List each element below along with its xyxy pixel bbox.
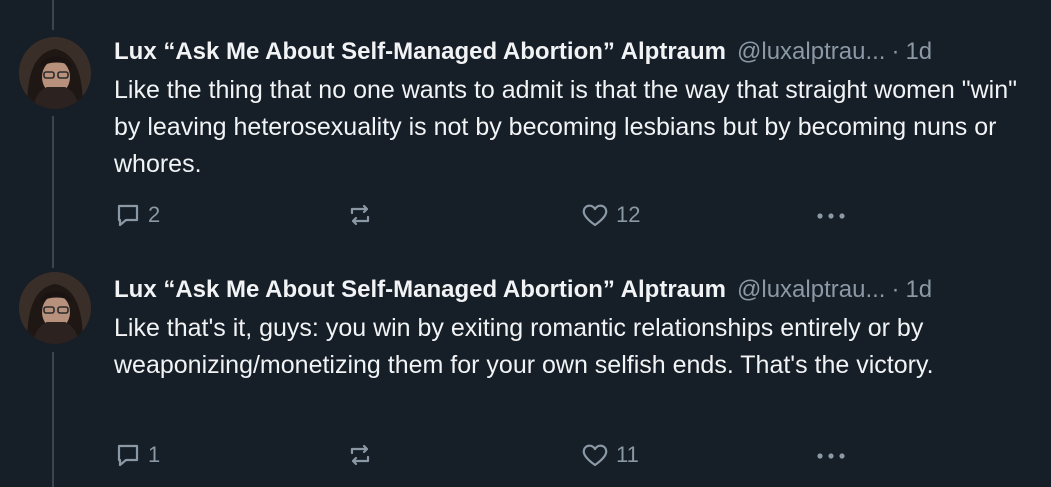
post-header: Lux “Ask Me About Self-Managed Abortion”… bbox=[114, 37, 1041, 67]
more-icon bbox=[813, 440, 849, 470]
post-header: Lux “Ask Me About Self-Managed Abortion”… bbox=[114, 275, 1041, 305]
post-actions: 2 12 bbox=[0, 200, 1051, 230]
repost-button[interactable] bbox=[345, 200, 381, 230]
like-button[interactable]: 11 bbox=[580, 440, 639, 470]
repost-icon bbox=[345, 200, 375, 230]
reply-count: 2 bbox=[148, 202, 161, 227]
like-button[interactable]: 12 bbox=[580, 200, 640, 230]
avatar[interactable] bbox=[19, 37, 91, 109]
post-text: Like the thing that no one wants to admi… bbox=[114, 76, 1017, 178]
reply-icon bbox=[114, 441, 142, 469]
author-name[interactable]: Lux “Ask Me About Self-Managed Abortion”… bbox=[114, 275, 726, 305]
timestamp[interactable]: 1d bbox=[905, 37, 932, 67]
reply-count: 1 bbox=[148, 442, 161, 467]
repost-button[interactable] bbox=[345, 440, 381, 470]
avatar[interactable] bbox=[19, 272, 91, 344]
separator: · bbox=[891, 276, 900, 303]
post-1[interactable]: Lux “Ask Me About Self-Managed Abortion”… bbox=[0, 0, 1051, 260]
post-2[interactable]: Lux “Ask Me About Self-Managed Abortion”… bbox=[0, 260, 1051, 487]
more-icon bbox=[813, 200, 849, 230]
author-handle[interactable]: @luxalptrau... bbox=[737, 275, 885, 305]
post-actions: 1 11 bbox=[0, 440, 1051, 470]
author-name[interactable]: Lux “Ask Me About Self-Managed Abortion”… bbox=[114, 37, 726, 67]
separator: · bbox=[891, 38, 900, 65]
more-options-button[interactable] bbox=[813, 200, 849, 230]
reply-button[interactable]: 1 bbox=[114, 440, 160, 470]
heart-icon bbox=[580, 440, 610, 470]
post-text: Like that's it, guys: you win by exiting… bbox=[114, 314, 934, 379]
author-handle[interactable]: @luxalptrau... bbox=[737, 37, 885, 67]
reply-button[interactable]: 2 bbox=[114, 200, 160, 230]
repost-icon bbox=[345, 440, 375, 470]
reply-icon bbox=[114, 201, 142, 229]
like-count: 11 bbox=[616, 442, 639, 467]
like-count: 12 bbox=[616, 202, 641, 227]
heart-icon bbox=[580, 200, 610, 230]
timestamp[interactable]: 1d bbox=[905, 275, 932, 305]
more-options-button[interactable] bbox=[813, 440, 849, 470]
